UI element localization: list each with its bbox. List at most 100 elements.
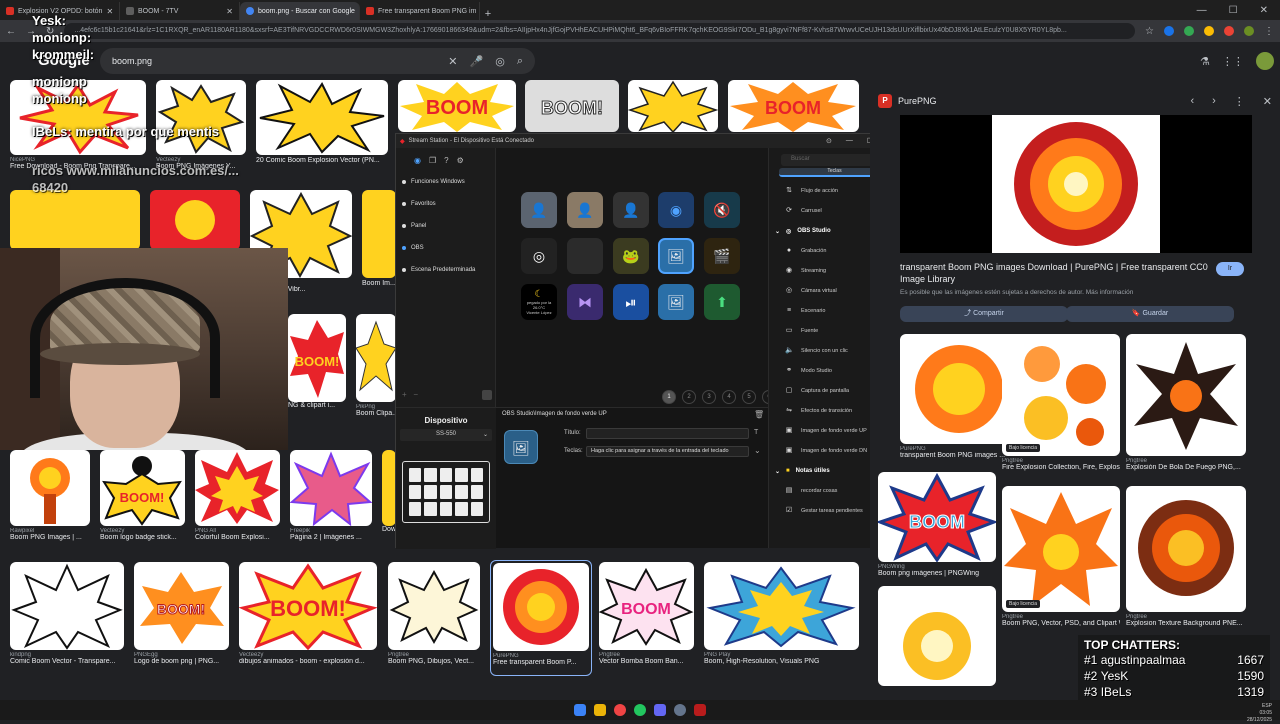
text-format-icon[interactable]: T	[754, 429, 758, 436]
related-image[interactable]	[1126, 334, 1246, 456]
result-image[interactable]	[150, 190, 240, 250]
result-title[interactable]: Boom Im...	[362, 280, 396, 287]
key-webcam-1[interactable]: 👤	[521, 192, 557, 228]
result-card[interactable]: Freepik Página 2 | Imágenes ...	[290, 450, 372, 541]
result-card[interactable]: Pngtree Boom PNG, Dibujos, Vect...	[388, 562, 480, 665]
key-clapper[interactable]: 🎬	[704, 238, 740, 274]
obs-icon[interactable]	[674, 704, 686, 716]
related-title[interactable]: Boom png imágenes | PNGWing	[878, 570, 996, 577]
profile-menu-icon[interactable]	[482, 390, 492, 400]
extension-icon[interactable]	[1224, 26, 1234, 36]
minimize-icon[interactable]: —	[1197, 5, 1207, 16]
teclas-input[interactable]: Haga clic para asignar a través de la en…	[586, 446, 749, 457]
key-webcam-toggle[interactable]: ◉	[658, 192, 694, 228]
preview-source[interactable]: PurePNG	[898, 96, 937, 106]
result-title[interactable]: Comic Boom Vector - Transpare...	[10, 658, 124, 665]
chevron-down-icon[interactable]: ⌄	[754, 446, 761, 455]
related-title[interactable]: Fire Explosion Collection, Fire, Explosi…	[1002, 464, 1120, 471]
maximize-icon[interactable]: ☐	[1229, 5, 1238, 16]
result-card[interactable]: BOOM! Vecteezy dibujos animados - boom -…	[239, 562, 377, 665]
profile-panel[interactable]: Panel	[396, 219, 495, 233]
result-title[interactable]: Colorful Boom Explosi...	[195, 534, 280, 541]
related-image[interactable]: Bajo licencia	[1002, 486, 1120, 612]
key-mute-audio[interactable]: 🔇	[704, 192, 740, 228]
extension-icon[interactable]	[1204, 26, 1214, 36]
menu-dots-icon[interactable]: ⋮	[1264, 26, 1274, 37]
back-icon[interactable]: ←	[6, 26, 16, 37]
related-title[interactable]: Boom PNG, Vector, PSD, and Clipart Wit..…	[1002, 620, 1120, 627]
more-icon[interactable]: ⋮	[1234, 95, 1245, 108]
result-image[interactable]	[628, 80, 718, 132]
result-title[interactable]: NG & clipart i...	[288, 402, 346, 409]
add-profile-icon[interactable]: + −	[402, 390, 418, 399]
preview-title[interactable]: transparent Boom PNG images Download | P…	[900, 261, 1220, 285]
result-title[interactable]: dibujos animados - boom - explosión d...	[239, 658, 377, 665]
result-card[interactable]: BOOM! PNGEgg Logo de boom png | PNG...	[134, 562, 229, 665]
mic-icon[interactable]: 🎤	[470, 55, 484, 68]
related-title[interactable]: Explosion Texture Background PNE...	[1126, 620, 1246, 627]
ss-logo-icon[interactable]: ◉	[414, 156, 421, 165]
page-button[interactable]: 4	[722, 390, 736, 404]
system-clock[interactable]: ESP 03:05 28/12/2025	[1247, 703, 1272, 724]
lens-icon[interactable]: ◎	[495, 55, 505, 68]
file-explorer-icon[interactable]	[594, 704, 606, 716]
result-image[interactable]	[10, 450, 90, 526]
extension-icon[interactable]	[1184, 26, 1194, 36]
result-image[interactable]	[195, 450, 280, 526]
key-green-bg-up[interactable]: 🖼	[658, 238, 694, 274]
related-card[interactable]: Bajo licencia Pngtree Boom PNG, Vector, …	[1002, 486, 1120, 627]
extension-icon[interactable]	[1164, 26, 1174, 36]
result-title[interactable]: Boom PNG, Dibujos, Vect...	[388, 658, 480, 665]
result-title[interactable]: Boom logo badge stick...	[100, 534, 185, 541]
result-card[interactable]: Boom Im...	[362, 190, 396, 287]
related-card[interactable]: BOOM PNGWing Boom png imágenes | PNGWing	[878, 472, 996, 577]
profile-favoritos[interactable]: Favoritos	[396, 197, 495, 211]
key-green-bg-dn[interactable]: 🖼	[658, 284, 694, 320]
result-card[interactable]: PNG Play Boom, High-Resolution, Visuals …	[704, 562, 859, 665]
start-menu-icon[interactable]	[574, 704, 586, 716]
result-image[interactable]: BOOM	[398, 80, 516, 132]
result-image[interactable]: BOOM!	[100, 450, 185, 526]
bookmark-star-icon[interactable]: ☆	[1145, 26, 1154, 37]
profile-funciones-windows[interactable]: Funciones Windows	[396, 175, 495, 189]
result-card[interactable]: PNG All Colorful Boom Explosi...	[195, 450, 280, 541]
result-card-selected[interactable]: PurePNG Free transparent Boom P...	[490, 560, 592, 676]
profile-avatar[interactable]	[1244, 26, 1254, 36]
result-image[interactable]: BOOM!	[134, 562, 229, 650]
result-title[interactable]: Boom PNG Images | ...	[10, 534, 90, 541]
result-image[interactable]	[356, 314, 396, 402]
help-icon[interactable]: ?	[444, 156, 448, 165]
result-image[interactable]	[10, 190, 140, 250]
pin-icon[interactable]: ⊙	[826, 137, 832, 145]
preview-image[interactable]	[900, 115, 1252, 253]
close-icon[interactable]: ✕	[1263, 95, 1272, 108]
page-button[interactable]: 5	[742, 390, 756, 404]
account-avatar[interactable]	[1255, 52, 1274, 70]
stream-station-taskbar-icon[interactable]	[694, 704, 706, 716]
result-image[interactable]	[10, 562, 124, 650]
related-image[interactable]	[900, 334, 1018, 444]
key-webcam-2[interactable]: 👤	[567, 192, 603, 228]
minimize-icon[interactable]: —	[846, 137, 853, 145]
related-card[interactable]: Bajo licencia Pngtree Fire Explosion Col…	[1002, 334, 1120, 471]
key-character[interactable]: 🐸	[613, 238, 649, 274]
key-icon-preview[interactable]: 🖼	[504, 430, 538, 464]
clear-icon[interactable]: ✕	[448, 55, 457, 68]
result-card[interactable]: PikPng Boom Clipa...	[356, 314, 396, 417]
discord-icon[interactable]	[654, 704, 666, 716]
key-empty[interactable]	[567, 238, 603, 274]
key-webcam-3[interactable]: 👤	[613, 192, 649, 228]
result-card[interactable]: BOOM	[728, 80, 859, 132]
settings-icon[interactable]: ⚙	[457, 156, 464, 165]
key-app[interactable]: ⧓	[567, 284, 603, 320]
result-image[interactable]	[362, 190, 396, 278]
result-image[interactable]	[290, 450, 372, 526]
next-icon[interactable]: ›	[1212, 95, 1216, 108]
related-title[interactable]: Explosión De Bola De Fuego PNG,...	[1126, 464, 1246, 471]
result-title[interactable]: Página 2 | Imágenes ...	[290, 534, 372, 541]
result-title[interactable]: Logo de boom png | PNG...	[134, 658, 229, 665]
page-button[interactable]: 1	[662, 390, 676, 404]
labs-icon[interactable]: ⚗	[1200, 55, 1210, 68]
delete-icon[interactable]: 🗑	[754, 410, 764, 419]
related-image[interactable]	[878, 586, 996, 686]
